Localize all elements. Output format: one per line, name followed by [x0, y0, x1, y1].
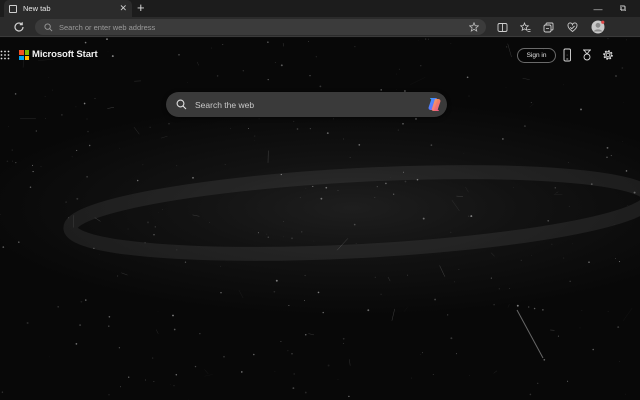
favorites-icon[interactable] — [520, 22, 531, 33]
refresh-icon[interactable] — [12, 20, 26, 34]
search-icon — [44, 22, 53, 31]
copilot-icon[interactable] — [426, 96, 443, 113]
rewards-icon[interactable] — [581, 48, 593, 62]
tab-title: New tab — [23, 4, 51, 13]
address-input[interactable] — [59, 22, 469, 32]
web-search-input[interactable] — [195, 99, 426, 110]
new-tab-page: Microsoft Start Sign in — [0, 38, 640, 400]
brand-title[interactable]: Microsoft Start — [32, 49, 98, 60]
tab-new-tab[interactable]: New tab ✕ — [4, 0, 132, 17]
close-icon[interactable]: ✕ — [119, 4, 127, 13]
phone-icon[interactable] — [561, 48, 573, 62]
collections-icon[interactable] — [543, 22, 554, 33]
tab-strip: New tab ✕ + — ⧉ — [0, 0, 640, 17]
settings-gear-icon[interactable] — [602, 48, 614, 62]
page-icon — [9, 4, 17, 13]
web-search-box[interactable] — [166, 92, 447, 117]
toolbar — [0, 17, 640, 37]
browser-essentials-icon[interactable] — [567, 22, 578, 33]
favorite-star-icon[interactable] — [469, 22, 479, 32]
profile-avatar-icon[interactable] — [591, 20, 605, 34]
new-tab-button[interactable]: + — [137, 1, 145, 15]
search-icon — [176, 99, 187, 110]
sign-in-button[interactable]: Sign in — [517, 48, 556, 63]
apps-grid-icon[interactable] — [0, 50, 10, 60]
restore-button[interactable]: ⧉ — [612, 0, 634, 17]
address-bar[interactable] — [35, 19, 486, 35]
microsoft-logo-icon — [19, 50, 29, 60]
minimize-button[interactable]: — — [587, 0, 609, 17]
split-screen-icon[interactable] — [497, 22, 508, 33]
